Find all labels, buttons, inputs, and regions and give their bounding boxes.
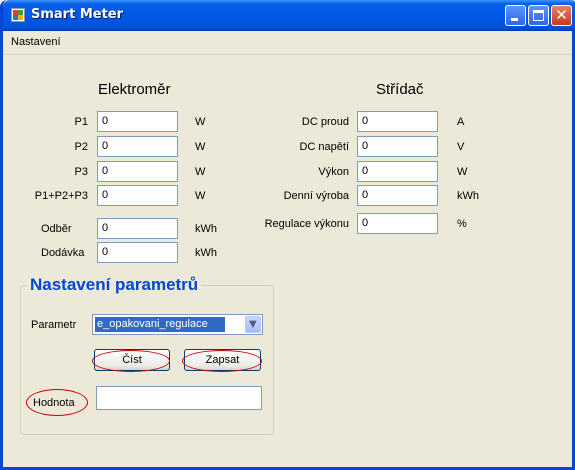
write-button-annotation (182, 350, 262, 372)
window-title: Smart Meter (31, 7, 124, 22)
regulace-vykonu-unit: % (457, 218, 467, 230)
menu-item-nastaveni[interactable]: Nastavení (11, 36, 61, 48)
denni-vyroba-unit: kWh (457, 190, 479, 202)
p-total-field[interactable]: 0 (97, 185, 178, 206)
dc-proud-unit: A (457, 116, 465, 128)
title-bar[interactable]: Smart Meter ✕ (3, 0, 575, 31)
dodavka-unit: kWh (195, 247, 217, 259)
app-icon (11, 8, 25, 22)
dc-proud-label: DC proud (301, 116, 349, 128)
parametr-select[interactable]: e_opakovani_regulace ▼ (92, 314, 263, 335)
dodavka-label: Dodávka (41, 247, 85, 259)
parametr-label: Parametr (31, 319, 77, 331)
p3-field[interactable]: 0 (97, 161, 178, 182)
p-total-unit: W (195, 190, 206, 202)
p1-label: P1 (74, 116, 88, 128)
vykon-label: Výkon (318, 166, 349, 178)
regulace-vykonu-label: Regulace výkonu (264, 218, 349, 230)
p2-unit: W (195, 141, 206, 153)
hodnota-field[interactable] (96, 386, 262, 410)
p-total-label: P1+P2+P3 (34, 190, 88, 202)
maximize-icon (533, 10, 544, 21)
main-window: Smart Meter ✕ Nastavení Elektroměr P1 0 … (0, 0, 575, 470)
vykon-field[interactable]: 0 (357, 161, 438, 182)
close-icon: ✕ (555, 6, 568, 24)
dc-napeti-field[interactable]: 0 (357, 136, 438, 157)
parametr-selected-value: e_opakovani_regulace (95, 317, 225, 332)
menu-bar: Nastavení (3, 31, 572, 55)
dodavka-field[interactable]: 0 (97, 242, 178, 263)
odber-unit: kWh (195, 223, 217, 235)
p1-unit: W (195, 116, 206, 128)
odber-field[interactable]: 0 (97, 218, 178, 239)
vykon-unit: W (457, 166, 468, 178)
dc-napeti-unit: V (457, 141, 465, 153)
dc-proud-field[interactable]: 0 (357, 111, 438, 132)
denni-vyroba-field[interactable]: 0 (357, 185, 438, 206)
dc-napeti-label: DC napětí (299, 141, 349, 153)
stridac-heading: Střídač (376, 81, 424, 98)
hodnota-annotation (26, 389, 88, 416)
chevron-down-icon: ▼ (249, 319, 257, 330)
read-button-annotation (92, 350, 170, 372)
minimize-icon (511, 18, 518, 21)
elektromer-heading: Elektroměr (98, 81, 171, 98)
denni-vyroba-label: Denní výroba (283, 190, 349, 202)
minimize-button[interactable] (505, 5, 526, 26)
p1-field[interactable]: 0 (97, 111, 178, 132)
close-button[interactable]: ✕ (551, 5, 572, 26)
p2-label: P2 (74, 141, 88, 153)
odber-label: Odběr (41, 223, 72, 235)
p3-label: P3 (74, 166, 88, 178)
p2-field[interactable]: 0 (97, 136, 178, 157)
regulace-vykonu-field[interactable]: 0 (357, 213, 438, 234)
dropdown-button[interactable]: ▼ (245, 316, 261, 333)
p3-unit: W (195, 166, 206, 178)
maximize-button[interactable] (528, 5, 549, 26)
params-group-title: Nastavení parametrů (27, 275, 202, 295)
